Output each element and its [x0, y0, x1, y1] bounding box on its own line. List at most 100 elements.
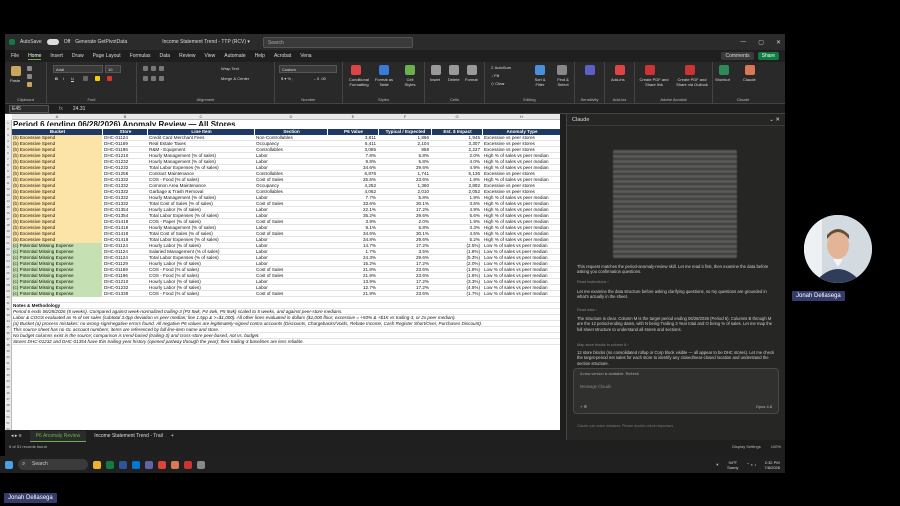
shortcut-icon[interactable] — [719, 65, 729, 75]
clock[interactable]: 2:32 PM 7/8/2026 — [764, 460, 780, 470]
format-cells-icon[interactable] — [467, 65, 477, 75]
acrobat-taskbar-icon[interactable] — [184, 460, 192, 469]
insert-cells-icon[interactable] — [431, 65, 441, 75]
sort-filter-icon[interactable] — [535, 65, 545, 75]
column-header[interactable]: E — [328, 114, 378, 119]
app-taskbar-icon[interactable] — [197, 460, 205, 469]
font-color-icon[interactable] — [107, 76, 112, 81]
italic-icon[interactable]: I — [63, 76, 64, 81]
close-button[interactable]: ✕ — [776, 39, 781, 46]
format-cells-button[interactable]: Format — [465, 77, 478, 82]
tab-automate[interactable]: Automate — [224, 53, 245, 59]
sheet-nav-icon[interactable]: ◂ ▸ ≡ — [11, 433, 22, 439]
pdf-outlook-icon[interactable] — [685, 65, 695, 75]
format-table-icon[interactable] — [379, 65, 389, 75]
autosave-toggle[interactable] — [46, 39, 59, 45]
tab-acrobat[interactable]: Acrobat — [274, 53, 291, 59]
sheet-tab-p6-anomaly-review[interactable]: P6 Anomaly Review — [29, 430, 87, 442]
sort-filter-button[interactable]: Sort & Filter — [531, 77, 549, 87]
read-data-toggle[interactable]: Read data › — [577, 308, 597, 312]
borders-icon[interactable] — [83, 76, 88, 81]
comments-button[interactable]: Comments — [721, 52, 754, 60]
column-header[interactable]: C — [148, 114, 254, 119]
tab-formulas[interactable]: Formulas — [130, 53, 151, 59]
map-store-blocks-toggle[interactable]: Map store blocks in column A › — [577, 343, 629, 347]
create-pdf-link-button[interactable]: Create PDF and Share link — [637, 77, 671, 87]
generate-getpivotdata-checkbox[interactable]: Generate GetPivotData — [75, 39, 127, 45]
claude-icon[interactable] — [745, 65, 755, 75]
search-input[interactable]: Search — [262, 36, 413, 48]
conditional-formatting-icon[interactable] — [351, 65, 361, 75]
tab-page-layout[interactable]: Page Layout — [93, 53, 121, 59]
read-instructions-toggle[interactable]: Read instructions › — [577, 280, 609, 284]
cut-icon[interactable] — [27, 66, 32, 71]
font-name-select[interactable]: Arial — [53, 65, 103, 73]
formula-input[interactable]: 24.31 — [73, 106, 86, 112]
update-notice[interactable]: A new version is available. Refresh — [580, 372, 639, 376]
create-pdf-outlook-button[interactable]: Create PDF and Share via Outlook — [673, 77, 711, 87]
name-box[interactable]: E45 — [9, 104, 49, 113]
minimize-button[interactable]: — — [740, 39, 746, 46]
claude-button[interactable]: Claude — [743, 77, 756, 82]
addins-icon[interactable] — [615, 65, 625, 75]
align-top-icon[interactable] — [143, 66, 148, 71]
tab-review[interactable]: Review — [179, 53, 195, 59]
find-select-button[interactable]: Find & Select — [553, 77, 573, 87]
align-left-icon[interactable] — [143, 76, 148, 81]
tab-home[interactable]: Home — [28, 53, 42, 60]
merge-center-button[interactable]: Merge & Center — [221, 76, 249, 81]
fill-button[interactable]: ↓ Fill — [491, 73, 499, 78]
word-taskbar-icon[interactable] — [119, 460, 127, 469]
delete-cells-icon[interactable] — [449, 65, 459, 75]
format-painter-icon[interactable] — [27, 82, 32, 87]
bold-icon[interactable]: B — [55, 76, 58, 81]
align-right-icon[interactable] — [159, 76, 164, 81]
file-explorer-icon[interactable] — [93, 460, 101, 469]
addins-button[interactable]: Add-ins — [611, 77, 625, 82]
conditional-formatting-button[interactable]: Conditional Formatting — [345, 77, 373, 87]
sheet-tab-income-statement-trend[interactable]: Income Statement Trend - Trail — [94, 433, 163, 439]
underline-icon[interactable]: U — [71, 76, 74, 81]
shared-image-attachment[interactable] — [613, 150, 737, 258]
column-header[interactable]: B — [103, 114, 147, 119]
sensitivity-icon[interactable] — [585, 65, 595, 75]
pdf-link-icon[interactable] — [645, 65, 655, 75]
tab-file[interactable]: File — [11, 53, 19, 59]
tab-data[interactable]: Data — [160, 53, 171, 59]
weather-icon[interactable]: ☀ — [715, 462, 719, 467]
insert-cells-button[interactable]: Insert — [430, 77, 440, 82]
column-header[interactable]: F — [379, 114, 431, 119]
column-header[interactable]: G — [432, 114, 482, 119]
tab-vena[interactable]: Vena — [300, 53, 311, 59]
decimal-icon[interactable]: ←0 .00 — [313, 76, 326, 81]
spreadsheet-grid[interactable]: A B C D E F G H 1 2 3 4 5 6 7 8 9 10 11 12 13 14 15 16 1… — [5, 114, 560, 430]
note-text[interactable]: Stores DHC-01232 and DHC-01354 have thin… — [12, 339, 560, 345]
column-header[interactable]: H — [483, 114, 560, 119]
align-middle-icon[interactable] — [151, 66, 156, 71]
column-header[interactable]: A — [12, 114, 102, 119]
delete-cells-button[interactable]: Delete — [448, 77, 460, 82]
fill-color-icon[interactable] — [95, 76, 100, 81]
font-size-select[interactable]: 10 — [105, 65, 121, 73]
claude-panel-controls[interactable]: ⌄ ✕ — [769, 117, 780, 123]
align-bottom-icon[interactable] — [159, 66, 164, 71]
shortcut-button[interactable]: Shortcut — [715, 77, 730, 82]
number-format-select[interactable]: Custom — [279, 65, 337, 73]
wrap-text-button[interactable]: Wrap Text — [221, 66, 239, 71]
claude-taskbar-icon[interactable] — [171, 460, 179, 469]
currency-icon[interactable]: $ ▾ % , — [281, 76, 293, 81]
share-button[interactable]: Share — [757, 52, 779, 60]
tab-insert[interactable]: Insert — [50, 53, 63, 59]
display-settings-button[interactable]: Display Settings — [732, 444, 761, 449]
format-table-button[interactable]: Format as Table — [373, 77, 395, 87]
taskbar-search[interactable]: Search — [18, 459, 88, 470]
weather-widget[interactable]: 94°F Sunny — [727, 460, 738, 470]
autosum-button[interactable]: Σ AutoSum — [491, 65, 511, 70]
outlook-taskbar-icon[interactable] — [132, 460, 140, 469]
paste-icon[interactable] — [11, 66, 21, 76]
excel-taskbar-icon[interactable] — [106, 460, 114, 469]
maximize-button[interactable]: ▢ — [758, 39, 764, 46]
tab-view[interactable]: View — [205, 53, 216, 59]
message-input[interactable]: Message Claude — [580, 384, 611, 389]
start-icon[interactable] — [5, 460, 13, 469]
